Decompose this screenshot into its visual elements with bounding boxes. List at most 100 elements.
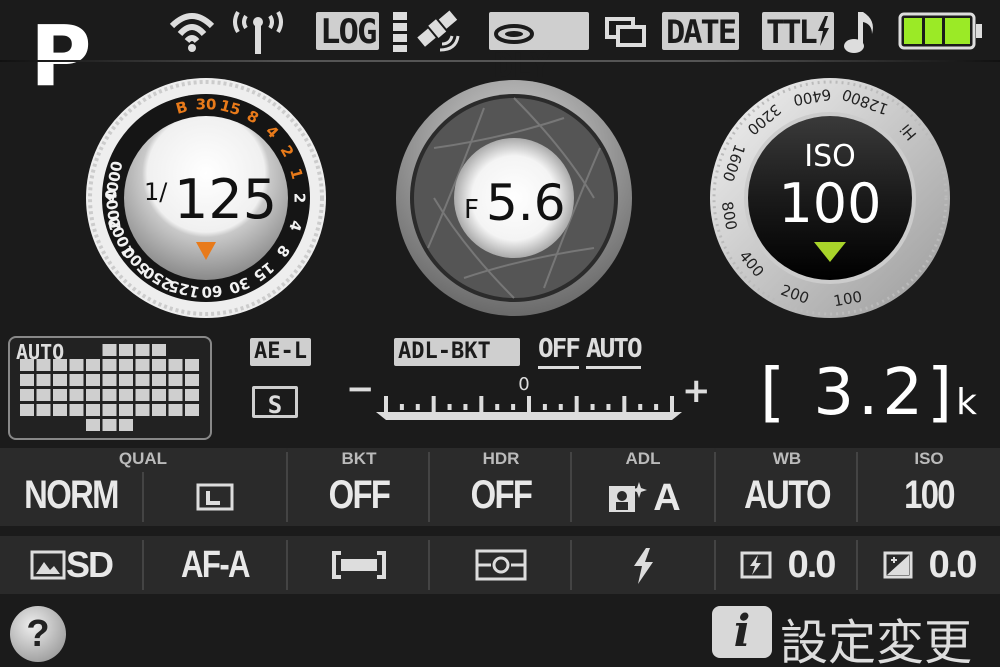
af-point (168, 389, 183, 401)
setting-value: AF-A (181, 544, 251, 586)
af-point (20, 389, 34, 401)
help-button[interactable]: ? (10, 606, 66, 662)
af-point (69, 359, 84, 371)
af-point (53, 404, 67, 416)
exposure-tick (527, 396, 531, 412)
af-point (86, 389, 100, 401)
setting-image-size[interactable] (144, 470, 286, 526)
shutter-prefix: 1/ (144, 178, 168, 206)
setting-bracketing[interactable]: BKT OFF (288, 448, 430, 526)
shooting-mode-indicator: P (30, 7, 92, 105)
setting-value: A (653, 477, 680, 519)
setting-hdr[interactable]: HDR OFF (430, 448, 572, 526)
setting-label: ISO (858, 448, 1000, 470)
flash-mode-icon (634, 548, 653, 584)
af-point (135, 359, 150, 371)
exposure-tick (384, 396, 388, 412)
setting-focus-mode[interactable]: AF-A (144, 536, 286, 594)
remaining-value: 3.2 (813, 356, 928, 430)
af-point (119, 359, 133, 371)
adl-bracket-auto-label: AUTO (586, 334, 643, 369)
af-point (119, 389, 133, 401)
ae-lock-indicator: AE-L (250, 338, 311, 366)
setting-label: HDR (430, 448, 572, 470)
setting-flash-mode[interactable] (572, 536, 714, 594)
setting-flash-compensation[interactable]: 0.0 (716, 536, 858, 594)
shutter-speed-dial[interactable]: B 30 15 8421248153060125250500100020004000 … (84, 76, 328, 320)
af-point (86, 359, 100, 371)
exposure-tick (622, 396, 627, 412)
remaining-unit: k (956, 382, 977, 423)
af-point (185, 359, 199, 371)
iso-dial[interactable]: Hi12800640032001600800400200 100 ISO 100 (708, 76, 952, 320)
exposure-tick (447, 404, 452, 410)
af-point (69, 389, 84, 401)
af-point (135, 344, 150, 356)
af-point (168, 404, 183, 416)
setting-label: WB (716, 448, 858, 470)
exposure-delay-indicator: DLY (489, 12, 589, 83)
matrix-metering-icon (475, 549, 527, 581)
af-point (102, 419, 117, 431)
af-point (86, 374, 100, 386)
af-point (102, 359, 117, 371)
setting-label: ADL (572, 448, 714, 470)
af-point (135, 404, 150, 416)
af-point (53, 359, 67, 371)
wifi-icon (169, 13, 215, 52)
exposure-tick (558, 404, 563, 410)
change-settings-label[interactable]: 設定変更 (780, 603, 972, 667)
af-point (152, 359, 166, 371)
af-point (102, 374, 117, 386)
af-point (36, 374, 51, 386)
setting-picture-control[interactable]: SD (0, 536, 142, 594)
setting-quality-value[interactable]: NORM (0, 470, 142, 526)
iso-label: ISO (804, 139, 856, 174)
settings-row-1: QUAL NORM BKT OFF HDR OFF ADL A WB AUTO (0, 448, 1000, 526)
setting-iso[interactable]: ISO 100 (858, 448, 1000, 526)
info-button[interactable]: i (712, 606, 772, 658)
setting-af-area-mode[interactable] (288, 536, 430, 594)
setting-label: QUAL (0, 448, 286, 470)
setting-white-balance[interactable]: WB AUTO (716, 448, 858, 526)
setting-value: OFF (328, 473, 391, 517)
antenna-icon (233, 10, 283, 54)
af-point (36, 389, 51, 401)
af-point (152, 404, 166, 416)
delay-icon (494, 23, 534, 44)
exposure-tick (415, 404, 420, 410)
af-point (36, 404, 51, 416)
af-point (36, 359, 51, 371)
shutter-scale-label: 60 (201, 282, 223, 301)
setting-value: 0.0 (928, 544, 978, 586)
exposure-compensation-icon (883, 551, 913, 579)
af-point (152, 374, 166, 386)
setting-active-d-lighting[interactable]: ADL A (572, 448, 714, 526)
aperture-dial[interactable]: F 5.6 (394, 78, 634, 318)
af-point (185, 374, 199, 386)
multiple-exposure-icon (605, 17, 646, 47)
exposure-tick (511, 404, 516, 410)
af-point (102, 389, 117, 401)
ttl-label: TTL (766, 13, 818, 51)
af-point (119, 419, 133, 431)
exposure-tick (479, 396, 484, 412)
exposure-meter: − + 0 (346, 372, 711, 420)
beep-icon (844, 12, 873, 53)
adl-bracket-indicator: ADL-BKT (394, 338, 520, 366)
remaining-bracket-close: ] (927, 356, 957, 430)
af-point (53, 374, 67, 386)
exposure-plus-label: + (682, 372, 711, 411)
af-point (20, 404, 34, 416)
top-divider (0, 60, 1000, 62)
ttl-flash-indicator: TTL (762, 12, 834, 50)
af-point (53, 389, 67, 401)
af-area-wide-icon (332, 551, 386, 579)
exposure-tick (431, 396, 436, 412)
af-point (86, 419, 100, 431)
af-point (69, 374, 84, 386)
setting-metering[interactable] (430, 536, 572, 594)
setting-exposure-compensation[interactable]: 0.0 (858, 536, 1000, 594)
af-point (135, 374, 150, 386)
af-point (69, 404, 84, 416)
